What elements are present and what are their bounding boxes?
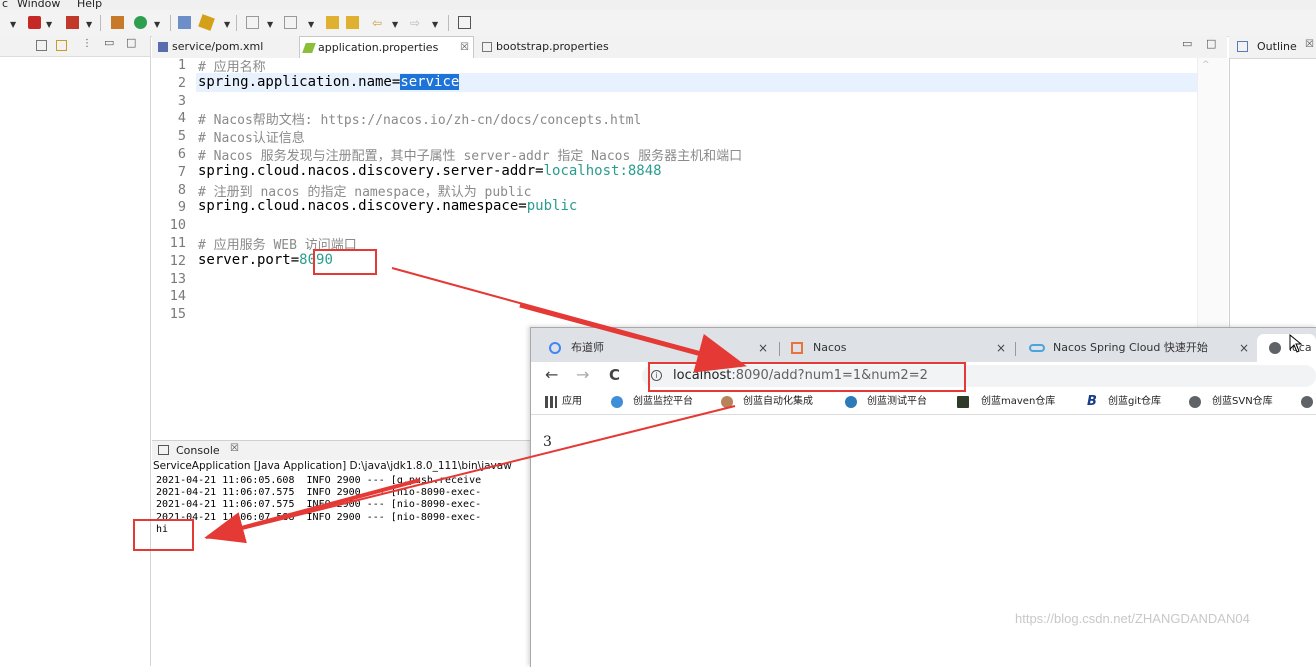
annotation-arrow-port-to-url-head	[519, 302, 747, 373]
annotation-arrows	[204, 267, 747, 544]
watermark: https://blog.csdn.net/ZHANGDANDAN04	[1015, 611, 1250, 626]
annotation-arrow-url-to-output-head	[204, 478, 421, 544]
